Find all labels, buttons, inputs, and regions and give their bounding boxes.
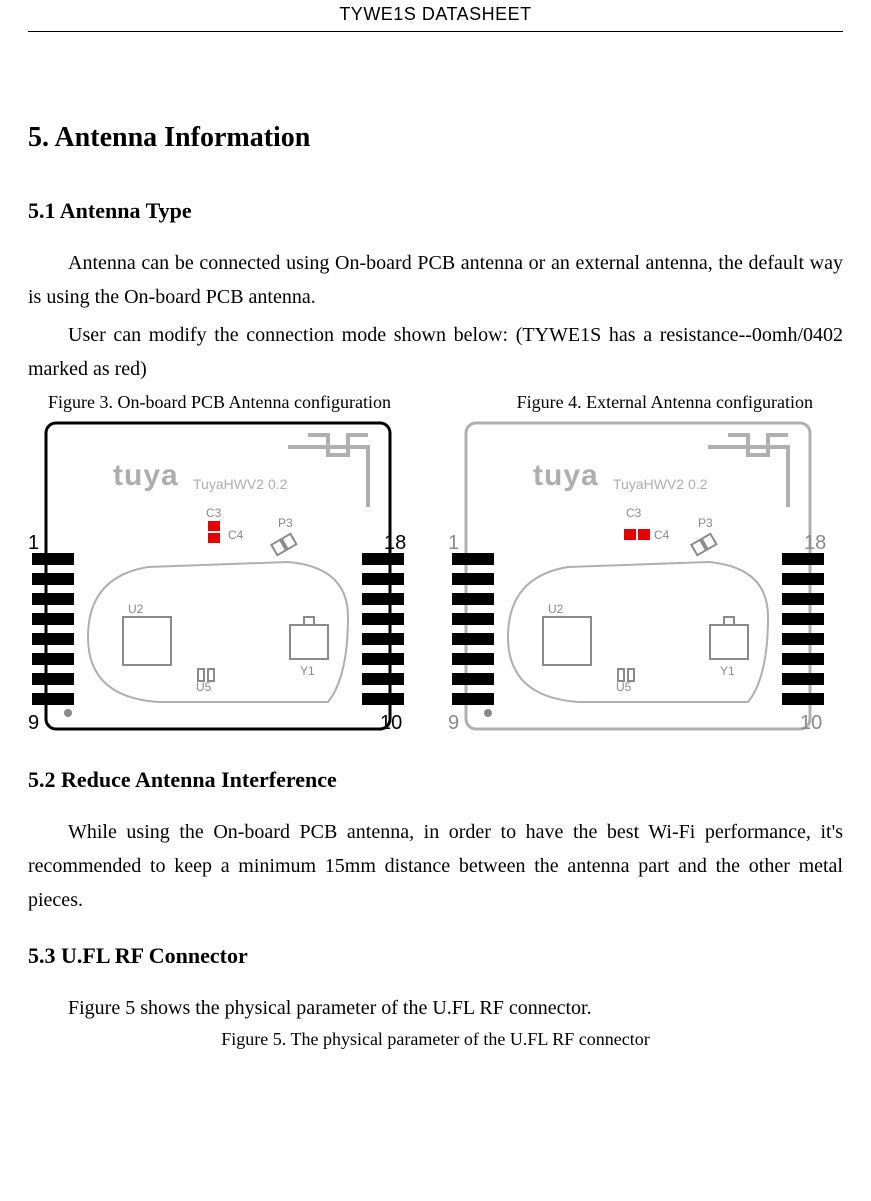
pin-1: 1 (28, 532, 39, 554)
figure-3-caption: Figure 3. On-board PCB Antenna configura… (48, 392, 391, 413)
resistor-right (638, 529, 650, 540)
label-u5: U5 (196, 680, 212, 694)
label-c3: C3 (206, 506, 222, 520)
board-model: TuyaHWV2 0.2 (613, 476, 708, 492)
section-5-2-para-1: While using the On-board PCB antenna, in… (28, 815, 843, 917)
section-5-1-para-1: Antenna can be connected using On-board … (28, 246, 843, 314)
label-p3: P3 (698, 516, 713, 530)
figure-3-board: tuya TuyaHWV2 0.2 C3 C4 P3 (28, 417, 408, 737)
section-5-3-para-1: Figure 5 shows the physical parameter of… (28, 991, 843, 1025)
document-page: TYWE1S DATASHEET 5. Antenna Information … (0, 0, 871, 1201)
pcb-diagram-onboard: tuya TuyaHWV2 0.2 C3 C4 P3 (28, 417, 408, 737)
figures-row: tuya TuyaHWV2 0.2 C3 C4 P3 (28, 417, 843, 737)
figure-4-caption: Figure 4. External Antenna configuration (517, 392, 813, 413)
pin-9: 9 (28, 712, 39, 734)
pin-10: 10 (380, 712, 402, 734)
label-c4: C4 (654, 528, 670, 542)
label-y1: Y1 (720, 664, 735, 678)
label-u2: U2 (128, 602, 144, 616)
label-c3: C3 (626, 506, 642, 520)
figure-5-caption: Figure 5. The physical parameter of the … (28, 1029, 843, 1050)
pin-18: 18 (384, 532, 406, 554)
section-5-1-para-2: User can modify the connection mode show… (28, 318, 843, 386)
pin-10: 10 (800, 712, 822, 734)
resistor-bottom (208, 533, 220, 543)
resistor-top (208, 521, 220, 531)
spacer (28, 921, 843, 943)
pin-18: 18 (804, 532, 826, 554)
board-logo: tuya (533, 459, 599, 492)
board-model: TuyaHWV2 0.2 (193, 476, 288, 492)
label-u2: U2 (548, 602, 564, 616)
section-5-heading: 5. Antenna Information (28, 122, 843, 154)
figure-4-board: tuya TuyaHWV2 0.2 C3 C4 P3 U2 U5 (448, 417, 828, 737)
pin-1: 1 (448, 532, 459, 554)
board-logo: tuya (113, 459, 179, 492)
label-y1: Y1 (300, 664, 315, 678)
document-header: TYWE1S DATASHEET (28, 0, 843, 32)
pin-9: 9 (448, 712, 459, 734)
label-p3: P3 (278, 516, 293, 530)
resistor-left (624, 529, 636, 540)
section-5-2-heading: 5.2 Reduce Antenna Interference (28, 767, 843, 793)
section-5-3-heading: 5.3 U.FL RF Connector (28, 943, 843, 969)
label-c4: C4 (228, 528, 244, 542)
figure-caption-row: Figure 3. On-board PCB Antenna configura… (28, 392, 843, 413)
section-5-1-heading: 5.1 Antenna Type (28, 198, 843, 224)
document-title: TYWE1S DATASHEET (339, 4, 531, 24)
pcb-diagram-external: tuya TuyaHWV2 0.2 C3 C4 P3 U2 U5 (448, 417, 828, 737)
label-u5: U5 (616, 680, 632, 694)
